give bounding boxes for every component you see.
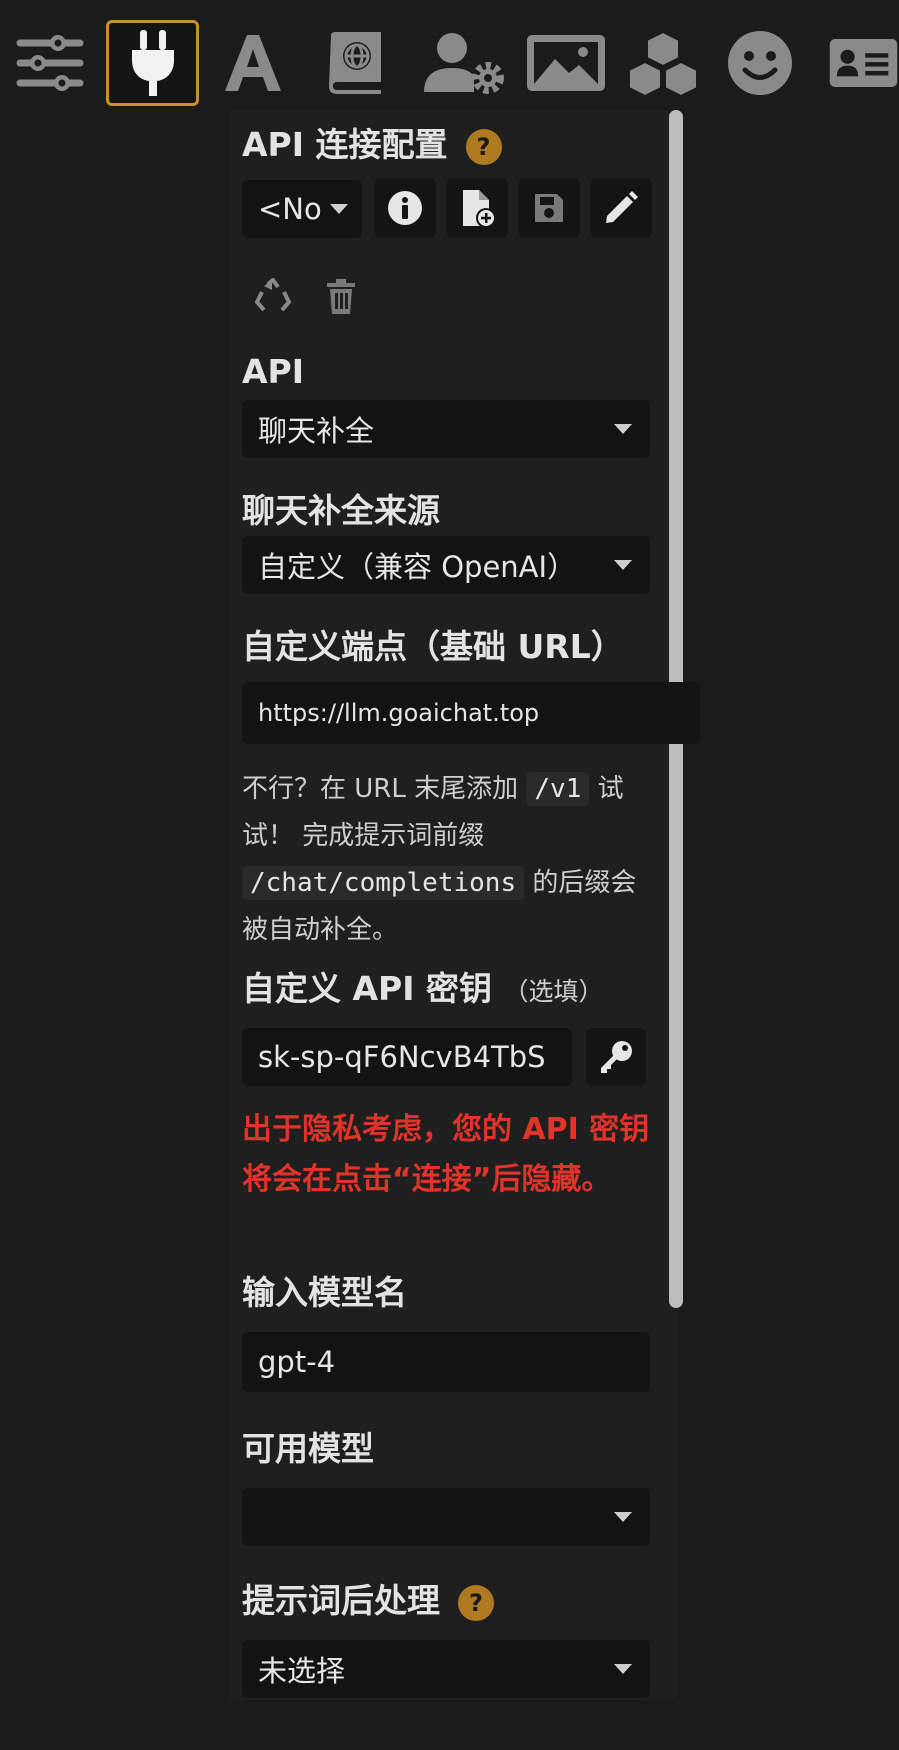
completion-source-value: 自定义（兼容 OpenAI） — [258, 550, 577, 584]
save-preset-button[interactable] — [518, 178, 580, 238]
new-preset-button[interactable] — [446, 178, 508, 238]
connection-title-text: API 连接配置 — [242, 125, 448, 164]
hint-text-1: 不行？在 URL 末尾添加 — [242, 774, 527, 804]
endpoint-url-value: https://llm.goaichat.top — [258, 699, 540, 727]
source-label: 聊天补全来源 — [242, 491, 440, 530]
cubes-icon[interactable] — [624, 20, 702, 106]
pencil-icon — [606, 191, 638, 223]
info-button[interactable] — [374, 178, 436, 238]
api-key-optional-note: （选填） — [503, 977, 604, 1006]
help-icon[interactable]: ? — [465, 128, 502, 165]
postprocess-label: 提示词后处理? — [242, 1574, 494, 1622]
sliders-icon[interactable] — [12, 20, 88, 106]
model-name-input[interactable]: gpt-4 — [242, 1332, 650, 1392]
chevron-down-icon — [614, 1664, 632, 1674]
api-key-label-text: 自定义 API 密钥 — [242, 969, 492, 1008]
model-name-value: gpt-4 — [258, 1345, 336, 1379]
endpoint-label: 自定义端点（基础 URL） — [242, 627, 624, 666]
user-gear-icon[interactable] — [420, 20, 508, 106]
connection-preset-select[interactable]: <No — [242, 180, 362, 238]
hint-code-completions: /chat/completions — [242, 866, 525, 900]
hint-code-v1: /v1 — [526, 772, 590, 806]
api-key-label: 自定义 API 密钥 （选填） — [242, 962, 604, 1010]
chevron-down-icon — [330, 204, 348, 214]
privacy-warning: 出于隐私考虑，您的 API 密钥将会在点击“连接”后隐藏。 — [242, 1112, 650, 1197]
postprocess-select[interactable]: 未选择 — [242, 1640, 650, 1698]
preset-value: <No — [258, 192, 322, 226]
postprocess-value: 未选择 — [258, 1654, 346, 1688]
save-icon — [535, 194, 563, 222]
delete-preset-button[interactable] — [316, 272, 366, 322]
endpoint-hint: 不行？在 URL 末尾添加 /v1 试试！ 完成提示词前缀 /chat/comp… — [242, 766, 652, 954]
endpoint-url-input[interactable]: https://llm.goaichat.top — [242, 682, 700, 744]
api-key-value: sk-sp-qF6NcvB4TbS — [258, 1040, 546, 1074]
globe-book-icon[interactable] — [322, 20, 388, 106]
plug-icon[interactable] — [106, 20, 199, 106]
image-landscape-icon[interactable] — [524, 20, 608, 106]
model-name-label: 输入模型名 — [242, 1273, 407, 1312]
api-type-select[interactable]: 聊天补全 — [242, 400, 650, 458]
chevron-down-icon — [614, 560, 632, 570]
id-card-icon[interactable] — [828, 20, 899, 106]
available-models-label: 可用模型 — [242, 1429, 374, 1468]
file-add-icon — [463, 190, 496, 228]
text-font-icon[interactable] — [218, 20, 288, 106]
chevron-down-icon — [614, 1512, 632, 1522]
reload-button[interactable] — [248, 272, 298, 322]
postprocess-label-text: 提示词后处理 — [242, 1581, 440, 1620]
rename-preset-button[interactable] — [590, 178, 652, 238]
available-models-select[interactable] — [242, 1488, 650, 1546]
help-icon[interactable]: ? — [458, 1584, 494, 1621]
key-icon — [601, 1041, 632, 1073]
api-label: API — [242, 352, 305, 391]
top-toolbar — [0, 0, 899, 120]
api-key-manage-button[interactable] — [586, 1028, 646, 1086]
completion-source-select[interactable]: 自定义（兼容 OpenAI） — [242, 536, 650, 594]
chevron-down-icon — [614, 424, 632, 434]
connection-title: API 连接配置? — [242, 118, 502, 166]
recycle-icon — [255, 278, 291, 312]
info-icon — [388, 191, 422, 225]
api-type-value: 聊天补全 — [258, 414, 375, 448]
smiley-icon[interactable] — [724, 20, 796, 106]
trash-icon — [327, 279, 355, 314]
api-key-input[interactable]: sk-sp-qF6NcvB4TbS — [242, 1028, 572, 1086]
